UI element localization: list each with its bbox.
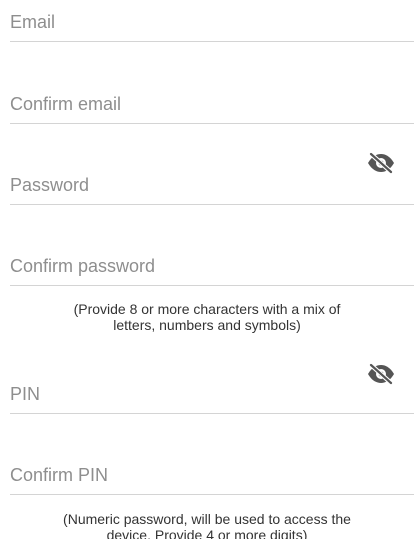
password-hint-line1: (Provide 8 or more characters with a mix… xyxy=(73,301,341,317)
password-visibility-toggle[interactable] xyxy=(366,152,396,174)
confirm-email-underline xyxy=(10,123,414,124)
email-underline xyxy=(10,41,414,42)
pin-visibility-toggle[interactable] xyxy=(366,363,396,385)
pin-input[interactable] xyxy=(10,374,414,414)
confirm-email-field-wrapper xyxy=(10,84,414,124)
password-underline xyxy=(10,204,414,205)
email-field-wrapper xyxy=(10,2,414,42)
password-input[interactable] xyxy=(10,165,414,205)
pin-field-wrapper xyxy=(10,374,414,414)
password-hint: (Provide 8 or more characters with a mix… xyxy=(0,301,414,333)
pin-hint-line2: device. Provide 4 or more digits) xyxy=(106,527,308,539)
confirm-email-input[interactable] xyxy=(10,84,414,124)
eye-slash-icon[interactable] xyxy=(366,363,396,385)
pin-hint: (Numeric password, will be used to acces… xyxy=(0,511,414,539)
pin-underline xyxy=(10,413,414,414)
eye-slash-icon[interactable] xyxy=(366,152,396,174)
confirm-password-input[interactable] xyxy=(10,246,414,286)
confirm-password-field-wrapper xyxy=(10,246,414,286)
email-input[interactable] xyxy=(10,2,414,42)
pin-hint-line1: (Numeric password, will be used to acces… xyxy=(63,511,351,527)
confirm-pin-field-wrapper xyxy=(10,455,414,495)
confirm-pin-underline xyxy=(10,494,414,495)
password-hint-line2: letters, numbers and symbols) xyxy=(113,317,301,333)
confirm-pin-input[interactable] xyxy=(10,455,414,495)
confirm-password-underline xyxy=(10,285,414,286)
password-field-wrapper xyxy=(10,165,414,205)
signup-form: (Provide 8 or more characters with a mix… xyxy=(0,0,414,539)
